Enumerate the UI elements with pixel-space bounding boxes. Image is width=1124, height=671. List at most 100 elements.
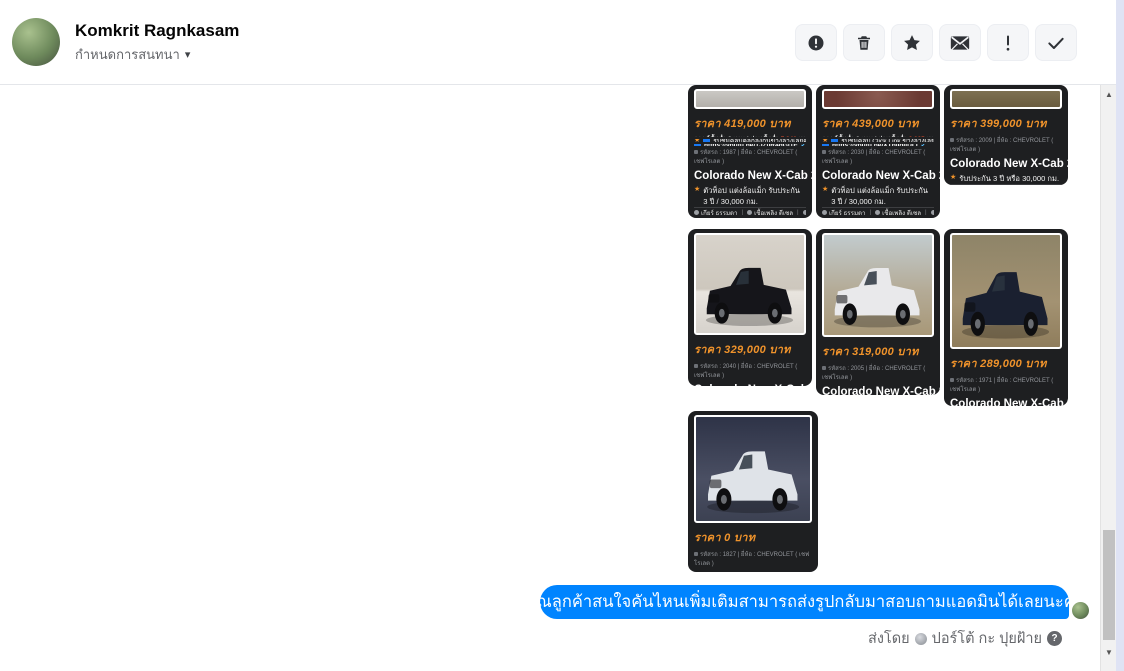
header-action-bar bbox=[795, 24, 1077, 61]
car-listing-card[interactable]: ราคา 289,000 บาท ดาวน์ขั้นต่ำ 0 บาท | ผ่… bbox=[944, 229, 1068, 406]
car-promo-line: ★รับชมคลิป Click Link ข้างล่างเลยครับ bbox=[822, 138, 934, 143]
conversation-header: Komkrit Ragnkasam กำหนดการสนทนา ▾ bbox=[0, 0, 1116, 85]
trash-icon bbox=[855, 34, 873, 52]
car-title: Colorado New X-Cab 2.5✓ bbox=[950, 398, 1068, 406]
car-meta-line: รหัสรถ : 2005 | ยี่ห้อ : CHEVROLET ( เชฟ… bbox=[822, 366, 926, 381]
car-price: ราคา 319,000 บาท bbox=[822, 346, 919, 358]
window-edge bbox=[1116, 0, 1124, 671]
sent-by-label: ส่งโดย bbox=[867, 631, 910, 647]
tag-icon bbox=[822, 150, 826, 155]
car-photo bbox=[822, 89, 934, 109]
outgoing-message-bubble: คุณลูกค้าสนใจคันไหนเพิ่มเติมสามารถส่งรูป… bbox=[540, 585, 1069, 619]
delete-button[interactable] bbox=[843, 24, 885, 61]
car-photo bbox=[694, 89, 806, 109]
tag-icon bbox=[694, 150, 698, 155]
vertical-scrollbar[interactable]: ▲ ▼ bbox=[1100, 85, 1116, 671]
car-video-link: https://youtu.be/XTblIolIDLI✔ bbox=[822, 144, 934, 147]
car-price: ราคา 289,000 บาท bbox=[950, 358, 1047, 370]
car-photo bbox=[950, 233, 1062, 349]
car-price: ราคา 329,000 บาท bbox=[694, 344, 791, 356]
tag-icon bbox=[950, 138, 954, 142]
car-listing-card[interactable]: ราคา 0 บาท ดาวน์ขั้นต่ำ 0 บาท | ผ่อนขั้น… bbox=[688, 411, 818, 572]
car-title: Colorado New X-Cab 2.5✓ bbox=[950, 158, 1068, 170]
tag-icon bbox=[694, 552, 698, 556]
message-text: คุณลูกค้าสนใจคันไหนเพิ่มเติมสามารถส่งรูป… bbox=[540, 593, 1069, 611]
car-meta-line: รหัสรถ : 1827 | ยี่ห้อ : CHEVROLET ( เชฟ… bbox=[694, 552, 810, 567]
link-icon bbox=[694, 144, 701, 147]
car-title: Colorado New X-Cab 2.5✓ bbox=[694, 170, 812, 182]
scrollbar-thumb[interactable] bbox=[1103, 530, 1115, 640]
contact-avatar bbox=[12, 18, 60, 66]
car-listing-grid: ราคา 419,000 บาท ดาวน์ขั้นต่ำ 0 บาท | ผ่… bbox=[688, 85, 1078, 585]
envelope-icon bbox=[950, 35, 970, 51]
car-price: ราคา 399,000 บาท bbox=[950, 118, 1047, 130]
car-footer: เกียร์ ธรรมดา | เชื้อเพลิง ดีเซล | ปี 20… bbox=[950, 184, 1062, 185]
page-emblem-icon bbox=[914, 632, 927, 645]
car-title: Colorado New X-Cab 2.5✓ bbox=[694, 384, 812, 386]
exclamation-circle-icon bbox=[806, 33, 826, 53]
check-icon bbox=[1046, 33, 1066, 53]
car-meta-line: รหัสรถ : 1971 | ยี่ห้อ : CHEVROLET ( เชฟ… bbox=[950, 378, 1054, 393]
star-icon: ★ bbox=[694, 139, 700, 142]
tag-icon bbox=[694, 364, 698, 368]
car-meta-line: รหัสรถ : 2030 | ยี่ห้อ : CHEVROLET ( เชฟ… bbox=[822, 150, 926, 166]
report-button[interactable] bbox=[795, 24, 837, 61]
car-finance-line: ดาวน์ขั้นต่ำ 0 บาท | ผ่อนขั้นต่ำ 7,940 บ… bbox=[694, 134, 806, 137]
car-price: ราคา 419,000 บาท bbox=[694, 118, 791, 130]
star-icon: ★ bbox=[822, 139, 828, 142]
car-listing-card[interactable]: ราคา 419,000 บาท ดาวน์ขั้นต่ำ 0 บาท | ผ่… bbox=[688, 85, 812, 218]
calendar-icon bbox=[802, 209, 806, 215]
car-photo bbox=[694, 233, 806, 335]
link-icon bbox=[822, 144, 829, 147]
tag-icon bbox=[950, 378, 954, 382]
car-listing-card[interactable]: ราคา 439,000 บาท ดาวน์ขั้นต่ำ 0 บาท | ผ่… bbox=[816, 85, 940, 218]
check-icon: ✔ bbox=[921, 144, 926, 146]
car-meta-line: รหัสรถ : 1987 | ยี่ห้อ : CHEVROLET ( เชฟ… bbox=[694, 150, 798, 166]
car-photo bbox=[950, 89, 1062, 109]
sent-by-name: ปอร์โต้ กะ ปุยฝ้าย bbox=[931, 631, 1042, 647]
car-title: Colorado New X-Cab 2.5✓ bbox=[822, 386, 940, 395]
tag-icon bbox=[822, 366, 826, 370]
conversation-schedule-label: กำหนดการสนทนา bbox=[75, 47, 180, 62]
car-description: ★ ตัวท็อป แต่งล้อแม็ก รับประกัน 3 ปี / 30… bbox=[822, 186, 928, 207]
car-description: ★ รับประกัน 3 ปี หรือ 30,000 กม. bbox=[950, 174, 1060, 183]
car-video-link: https://youtu.be/1JZ0R4qGj1E✔ bbox=[694, 144, 806, 147]
car-footer: เกียร์ ธรรมดา | เชื้อเพลิง ดีเซล | ปี 20… bbox=[822, 207, 934, 215]
car-title: Colorado New X-Cab 2.5✓ bbox=[822, 170, 940, 182]
contact-name: Komkrit Ragnkasam bbox=[75, 21, 240, 40]
car-finance-line: ดาวน์ขั้นต่ำ 0 บาท | ผ่อนขั้นต่ำ 8,325 บ… bbox=[822, 134, 934, 137]
calendar-icon bbox=[930, 209, 934, 215]
help-icon[interactable]: ? bbox=[1047, 631, 1062, 646]
car-price: ราคา 0 บาท bbox=[694, 532, 756, 544]
sent-by-line: ส่งโดย ปอร์โต้ กะ ปุยฝ้าย ? bbox=[868, 627, 1062, 650]
star-icon bbox=[902, 33, 922, 53]
star-icon: ★ bbox=[950, 174, 957, 181]
car-promo-line: ★รับชมคลิปคลิกลิงก์นี้ข้างล่างเลยครับ bbox=[694, 138, 806, 143]
scroll-up-arrow[interactable]: ▲ bbox=[1101, 87, 1117, 101]
seen-receipt-avatar bbox=[1072, 602, 1089, 619]
mark-important-button[interactable] bbox=[987, 24, 1029, 61]
car-footer: เกียร์ ธรรมดา | เชื้อเพลิง ดีเซล | ปี 20… bbox=[694, 207, 806, 215]
car-listing-card[interactable]: ราคา 329,000 บาท ดาวน์ขั้นต่ำ 0 บาท | ผ่… bbox=[688, 229, 812, 386]
gear-icon bbox=[822, 209, 827, 215]
info-icon bbox=[831, 138, 839, 143]
car-listing-card[interactable]: ราคา 399,000 บาท ดาวน์ขั้นต่ำ 0 บาท | ผ่… bbox=[944, 85, 1068, 185]
fuel-icon bbox=[747, 209, 753, 215]
gear-icon bbox=[694, 209, 699, 215]
car-photo bbox=[694, 415, 812, 523]
mark-done-button[interactable] bbox=[1035, 24, 1077, 61]
scroll-down-arrow[interactable]: ▼ bbox=[1101, 645, 1117, 659]
car-description: ★ ตัวท็อป แต่งล้อแม็ก รับประกัน 3 ปี / 30… bbox=[694, 186, 800, 207]
car-price: ราคา 439,000 บาท bbox=[822, 118, 919, 130]
check-icon: ✔ bbox=[801, 144, 806, 146]
conversation-schedule-dropdown[interactable]: กำหนดการสนทนา ▾ bbox=[75, 44, 190, 65]
info-icon bbox=[703, 138, 711, 143]
move-to-inbox-button[interactable] bbox=[939, 24, 981, 61]
car-listing-card[interactable]: ราคา 319,000 บาท ดาวน์ขั้นต่ำ 0 บาท | ผ่… bbox=[816, 229, 940, 395]
car-meta-line: รหัสรถ : 2009 | ยี่ห้อ : CHEVROLET ( เชฟ… bbox=[950, 138, 1054, 153]
car-photo bbox=[822, 233, 934, 337]
fuel-icon bbox=[875, 209, 881, 215]
star-icon: ★ bbox=[694, 186, 701, 194]
star-button[interactable] bbox=[891, 24, 933, 61]
car-meta-line: รหัสรถ : 2040 | ยี่ห้อ : CHEVROLET ( เชฟ… bbox=[694, 364, 798, 379]
